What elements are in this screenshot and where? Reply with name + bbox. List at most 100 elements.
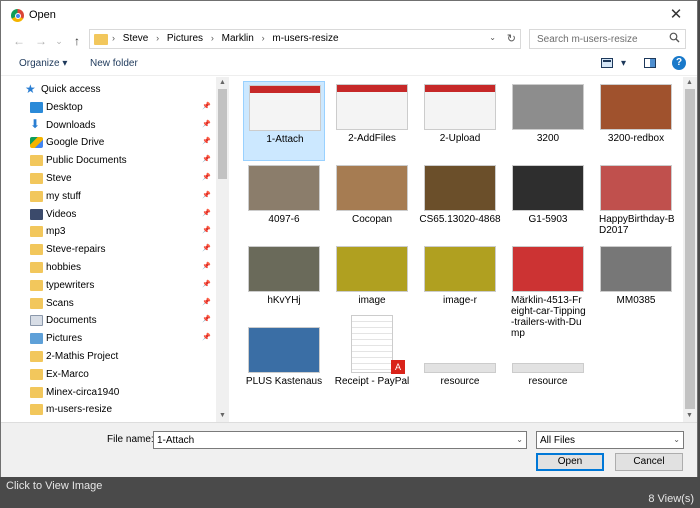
file-item[interactable]: MM0385 (595, 243, 677, 323)
file-item[interactable]: 2-AddFiles (331, 81, 413, 161)
sidebar-item[interactable]: 2-Mathis Project (1, 348, 216, 366)
sidebar-item[interactable]: hobbies 📌 (1, 259, 216, 277)
view-dropdown[interactable]: ▾ (621, 58, 626, 69)
scroll-down-icon[interactable]: ▼ (683, 410, 696, 422)
sidebar-item-label: Downloads (46, 119, 96, 131)
sidebar-item[interactable]: Desktop 📌 (1, 99, 216, 117)
breadcrumb-steve[interactable]: Steve (123, 33, 149, 44)
preview-pane-icon (644, 58, 656, 68)
close-button[interactable]: ✕ (663, 5, 689, 25)
refresh-icon[interactable]: ↻ (507, 32, 516, 45)
pin-icon[interactable]: 📌 (202, 298, 211, 306)
file-item[interactable]: 2-Upload (419, 81, 501, 161)
search-input[interactable]: Search m-users-resize (537, 34, 638, 45)
pin-icon[interactable]: 📌 (202, 315, 211, 323)
breadcrumb-marklin[interactable]: Marklin (222, 33, 254, 44)
file-item[interactable]: Märklin-4513-Freight-car-Tipping-trailer… (507, 243, 589, 339)
breadcrumb-m-users-resize[interactable]: m-users-resize (272, 33, 338, 44)
file-item[interactable]: Receipt - PayPal A (331, 316, 413, 404)
address-dropdown-icon[interactable]: ⌄ (489, 33, 496, 42)
up-arrow-icon[interactable]: ↑ (69, 32, 85, 50)
filename-value[interactable]: 1-Attach (157, 435, 194, 446)
sidebar-item[interactable]: Google Drive 📌 (1, 134, 216, 152)
sidebar-item[interactable]: Pictures 📌 (1, 330, 216, 348)
sidebar-item[interactable]: ⬇ Downloads 📌 (1, 117, 216, 135)
pin-icon[interactable]: 📌 (202, 333, 211, 341)
pin-icon[interactable]: 📌 (202, 102, 211, 110)
preview-pane-button[interactable] (644, 58, 656, 71)
pin-icon[interactable]: 📌 (202, 244, 211, 252)
pin-icon[interactable]: 📌 (202, 191, 211, 199)
sidebar-item[interactable]: Steve 📌 (1, 170, 216, 188)
pin-icon[interactable]: 📌 (202, 262, 211, 270)
file-item[interactable]: image-r (419, 243, 501, 323)
file-item[interactable]: Cocopan (331, 162, 413, 242)
filetype-select[interactable]: All Files ⌄ (536, 431, 684, 449)
back-arrow-icon[interactable]: ← (11, 32, 27, 50)
file-item[interactable]: resource (507, 324, 589, 404)
sidebar-item[interactable]: Steve-repairs 📌 (1, 241, 216, 259)
breadcrumb-pictures[interactable]: Pictures (167, 33, 203, 44)
forward-arrow-icon[interactable]: → (33, 32, 49, 50)
navigation-scrollbar[interactable]: ▲ ▼ (216, 77, 229, 422)
pin-icon[interactable]: 📌 (202, 155, 211, 163)
file-item[interactable]: image (331, 243, 413, 323)
sidebar-item[interactable]: Videos 📌 (1, 206, 216, 224)
sidebar-item[interactable]: Ex-Marco (1, 366, 216, 384)
file-thumbnail (425, 364, 495, 372)
navigation-bar: ← → ⌄ ↑ › Steve › Pictures › Marklin › m… (1, 29, 697, 53)
sidebar-item[interactable]: Scans 📌 (1, 295, 216, 313)
command-toolbar: Organize ▾ New folder ▾ ? (1, 53, 697, 76)
sidebar-item[interactable]: typewriters 📌 (1, 277, 216, 295)
file-item[interactable]: PLUS Kastenaus (243, 324, 325, 404)
file-item[interactable]: G1-5903 (507, 162, 589, 242)
pin-icon[interactable]: 📌 (202, 209, 211, 217)
pin-icon[interactable]: 📌 (202, 173, 211, 181)
file-item[interactable]: CS65.13020-4868 (419, 162, 501, 242)
help-icon[interactable]: ? (672, 56, 686, 70)
address-bar[interactable]: › Steve › Pictures › Marklin › m-users-r… (89, 29, 521, 49)
chevron-down-icon[interactable]: ⌄ (673, 435, 680, 444)
sidebar-item-label: m-users-resize (46, 404, 113, 416)
file-list-scroll-thumb[interactable] (685, 89, 695, 409)
cancel-button[interactable]: Cancel (615, 453, 683, 471)
new-folder-button[interactable]: New folder (90, 58, 138, 69)
scroll-up-icon[interactable]: ▲ (216, 77, 229, 89)
pin-icon[interactable]: 📌 (202, 280, 211, 288)
sidebar-item[interactable]: m-users-resize (1, 401, 216, 419)
click-to-view-link[interactable]: Click to View Image (6, 480, 102, 492)
file-item[interactable]: 1-Attach (243, 81, 325, 161)
sidebar-item[interactable]: ★ Quick access (1, 81, 216, 99)
view-options-button[interactable] (601, 58, 613, 71)
file-item[interactable]: 4097-6 (243, 162, 325, 242)
sidebar-item[interactable]: Minex-circa1940 (1, 384, 216, 402)
chevron-down-icon[interactable]: ⌄ (516, 435, 523, 444)
pin-icon[interactable]: 📌 (202, 120, 211, 128)
recent-locations-dropdown[interactable]: ⌄ (51, 32, 67, 50)
sidebar-item-label: Steve-repairs (46, 244, 106, 256)
navigation-scroll-thumb[interactable] (218, 89, 227, 179)
file-thumbnail (250, 86, 320, 130)
sidebar-item-label: Desktop (46, 101, 83, 113)
file-item[interactable]: 3200 (507, 81, 589, 161)
open-button[interactable]: Open (536, 453, 604, 471)
search-box[interactable]: Search m-users-resize (529, 29, 686, 49)
organize-button[interactable]: Organize ▾ (19, 58, 67, 69)
file-name: PLUS Kastenaus (245, 376, 323, 387)
file-item[interactable]: HappyBirthday-BD2017 (595, 162, 677, 242)
pin-icon[interactable]: 📌 (202, 226, 211, 234)
file-item[interactable]: hKvYHj (243, 243, 325, 323)
filename-field[interactable]: 1-Attach ⌄ (153, 431, 527, 449)
filetype-value[interactable]: All Files (540, 435, 575, 446)
sidebar-item[interactable]: Public Documents 📌 (1, 152, 216, 170)
sidebar-item[interactable]: mp3 📌 (1, 223, 216, 241)
sidebar-item[interactable]: Documents 📌 (1, 312, 216, 330)
file-item[interactable]: 3200-redbox (595, 81, 677, 161)
file-list-scrollbar[interactable]: ▲ ▼ (683, 77, 697, 422)
scroll-down-icon[interactable]: ▼ (216, 410, 229, 422)
sidebar-item-label: Documents (46, 315, 97, 327)
pin-icon[interactable]: 📌 (202, 137, 211, 145)
file-item[interactable]: resource (419, 324, 501, 404)
sidebar-item[interactable]: my stuff 📌 (1, 188, 216, 206)
scroll-up-icon[interactable]: ▲ (683, 77, 696, 89)
